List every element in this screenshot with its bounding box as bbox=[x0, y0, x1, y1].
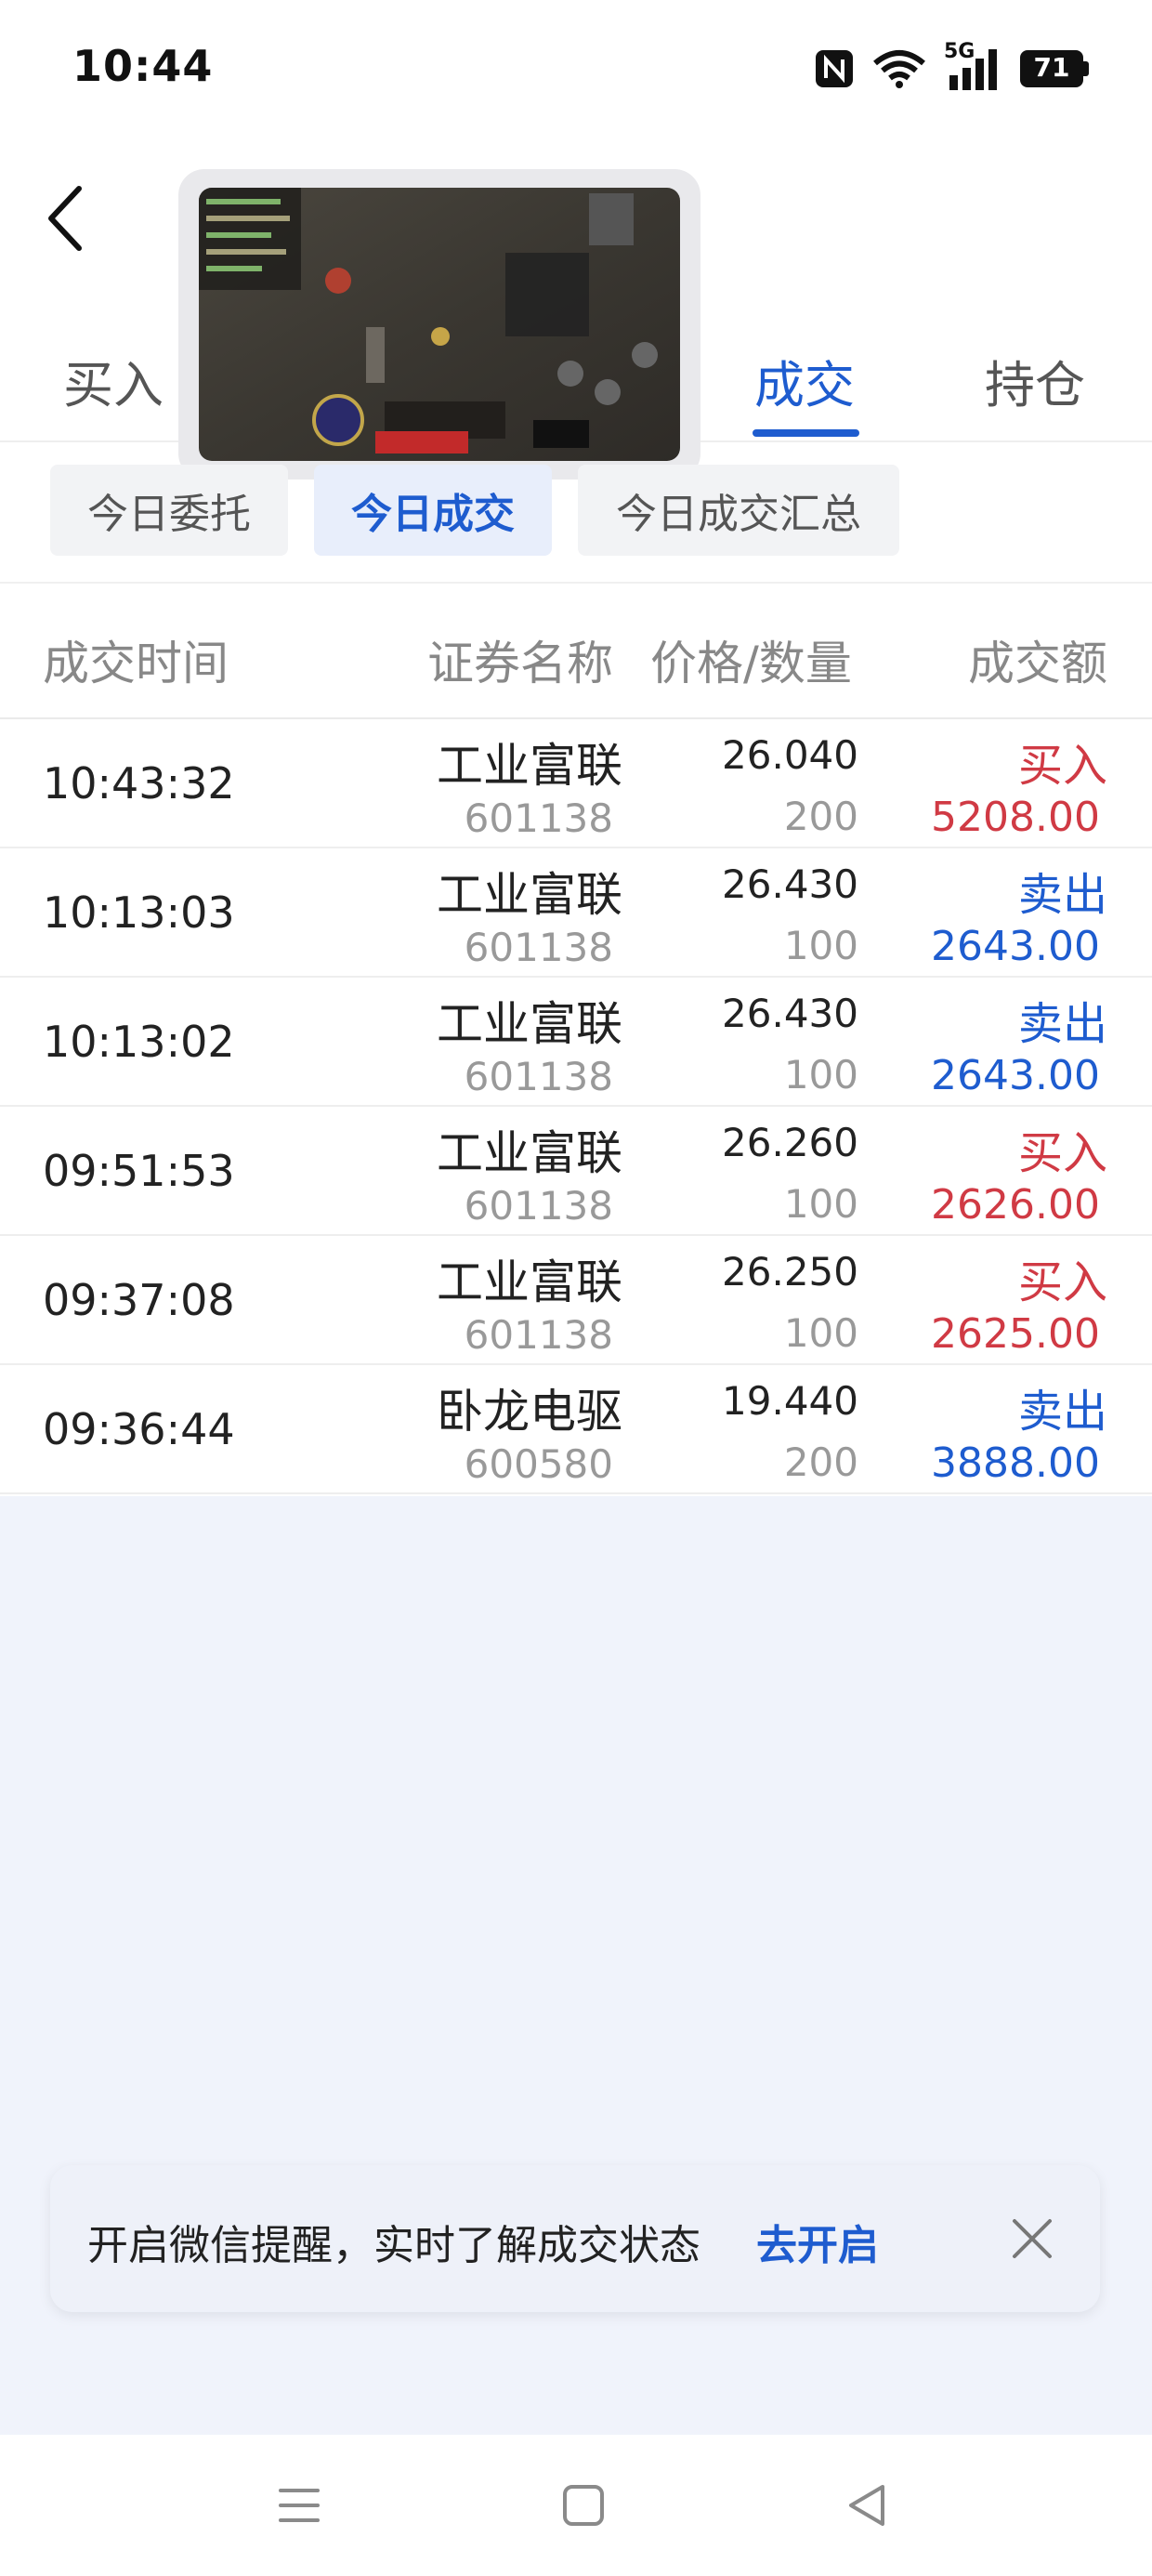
status-bar: 10:44 5G 71 bbox=[0, 0, 1152, 139]
table-row[interactable]: 09:36:44 卧龙电驱 600580 19.440 200 卖出 3888.… bbox=[0, 1365, 1152, 1494]
security-name: 工业富联 bbox=[437, 739, 622, 793]
trade-amount: 5208.00 bbox=[931, 794, 1100, 841]
column-header-amount: 成交额 bbox=[968, 637, 1107, 690]
subtab-today-trades[interactable]: 今日成交 bbox=[314, 465, 552, 556]
trade-quantity: 200 bbox=[783, 1439, 858, 1485]
battery-icon: 71 bbox=[1020, 50, 1091, 87]
table-header: 成交时间 证券名称 价格/数量 成交额 bbox=[0, 582, 1152, 719]
nav-menu-button[interactable] bbox=[271, 2477, 327, 2533]
column-header-name: 证券名称 bbox=[427, 637, 613, 690]
table-row[interactable]: 09:37:08 工业富联 601138 26.250 100 买入 2625.… bbox=[0, 1236, 1152, 1365]
trade-time: 09:37:08 bbox=[43, 1275, 235, 1325]
column-header-price-qty: 价格/数量 bbox=[650, 637, 852, 690]
trade-time: 09:36:44 bbox=[43, 1404, 235, 1454]
trade-quantity: 100 bbox=[783, 923, 858, 968]
trade-price: 26.250 bbox=[722, 1249, 858, 1295]
tab-buy[interactable]: 买入 bbox=[63, 344, 164, 417]
floating-video-window[interactable] bbox=[178, 169, 700, 480]
security-code: 600580 bbox=[464, 1441, 613, 1487]
trade-price: 26.040 bbox=[722, 732, 858, 778]
security-name: 工业富联 bbox=[437, 1126, 622, 1180]
home-square-icon bbox=[563, 2485, 604, 2526]
security-code: 601138 bbox=[464, 1312, 613, 1358]
close-icon bbox=[1013, 2219, 1052, 2258]
battery-level: 71 bbox=[1033, 52, 1070, 83]
trade-time: 10:13:02 bbox=[43, 1017, 235, 1067]
signal-icon: 5G bbox=[944, 40, 1003, 92]
trade-amount: 2626.00 bbox=[931, 1181, 1100, 1229]
chevron-left-icon bbox=[48, 186, 82, 251]
nav-back-button[interactable] bbox=[840, 2477, 896, 2533]
close-banner-button[interactable] bbox=[1007, 2214, 1057, 2264]
trade-side: 卖出 bbox=[1017, 869, 1107, 921]
table-row[interactable]: 09:51:53 工业富联 601138 26.260 100 买入 2626.… bbox=[0, 1107, 1152, 1236]
trade-amount: 2643.00 bbox=[931, 1052, 1100, 1099]
table-row[interactable]: 10:13:02 工业富联 601138 26.430 100 卖出 2643.… bbox=[0, 978, 1152, 1107]
system-navigation-bar bbox=[0, 2435, 1152, 2576]
wifi-icon bbox=[873, 50, 925, 88]
trade-side: 卖出 bbox=[1017, 1386, 1107, 1438]
trade-quantity: 100 bbox=[783, 1310, 858, 1356]
back-triangle-icon bbox=[849, 2485, 884, 2526]
nfc-icon bbox=[816, 50, 853, 87]
trade-time: 10:13:03 bbox=[43, 887, 235, 938]
trade-price: 26.260 bbox=[722, 1120, 858, 1165]
trade-records-screen: 10:44 5G 71 买入 成交 持仓 今日委托 今日成交 今日成交汇总 成交… bbox=[0, 0, 1152, 2576]
security-name: 工业富联 bbox=[437, 1255, 622, 1309]
status-icons: 5G 71 bbox=[814, 40, 1091, 93]
enable-reminder-link[interactable]: 去开启 bbox=[756, 2212, 879, 2271]
trade-amount: 2625.00 bbox=[931, 1310, 1100, 1358]
trade-price: 19.440 bbox=[722, 1378, 858, 1424]
trade-price: 26.430 bbox=[722, 991, 858, 1036]
status-time: 10:44 bbox=[72, 41, 214, 91]
trade-amount: 3888.00 bbox=[931, 1439, 1100, 1487]
trade-side: 买入 bbox=[1017, 740, 1107, 792]
security-code: 601138 bbox=[464, 1183, 613, 1229]
nav-home-button[interactable] bbox=[556, 2477, 611, 2533]
table-row[interactable]: 10:43:32 工业富联 601138 26.040 200 买入 5208.… bbox=[0, 719, 1152, 848]
banner-message: 开启微信提醒，实时了解成交状态 bbox=[87, 2222, 700, 2269]
sub-tabs: 今日委托 今日成交 今日成交汇总 bbox=[0, 444, 1152, 582]
trade-price: 26.430 bbox=[722, 861, 858, 907]
trade-time: 09:51:53 bbox=[43, 1146, 235, 1196]
trade-list: 10:43:32 工业富联 601138 26.040 200 买入 5208.… bbox=[0, 719, 1152, 1494]
game-video-thumbnail bbox=[199, 188, 680, 461]
security-code: 601138 bbox=[464, 795, 613, 841]
trade-side: 买入 bbox=[1017, 1256, 1107, 1308]
trade-quantity: 100 bbox=[783, 1052, 858, 1097]
tab-trades[interactable]: 成交 bbox=[754, 344, 855, 417]
back-button[interactable] bbox=[28, 177, 102, 260]
trade-side: 卖出 bbox=[1017, 998, 1107, 1050]
security-code: 601138 bbox=[464, 925, 613, 970]
security-code: 601138 bbox=[464, 1054, 613, 1099]
table-row[interactable]: 10:13:03 工业富联 601138 26.430 100 卖出 2643.… bbox=[0, 848, 1152, 978]
trade-time: 10:43:32 bbox=[43, 758, 235, 808]
trade-quantity: 100 bbox=[783, 1181, 858, 1227]
trade-amount: 2643.00 bbox=[931, 923, 1100, 970]
security-name: 工业富联 bbox=[437, 868, 622, 922]
security-name: 工业富联 bbox=[437, 997, 622, 1051]
subtab-today-summary[interactable]: 今日成交汇总 bbox=[578, 465, 899, 556]
active-tab-indicator bbox=[753, 429, 859, 437]
security-name: 卧龙电驱 bbox=[437, 1385, 622, 1439]
menu-icon bbox=[279, 2489, 320, 2522]
trade-quantity: 200 bbox=[783, 794, 858, 839]
subtab-today-orders[interactable]: 今日委托 bbox=[50, 465, 288, 556]
wechat-reminder-banner: 开启微信提醒，实时了解成交状态 去开启 bbox=[50, 2165, 1100, 2312]
tab-positions[interactable]: 持仓 bbox=[985, 344, 1085, 417]
trade-side: 买入 bbox=[1017, 1127, 1107, 1179]
column-header-time: 成交时间 bbox=[43, 637, 229, 690]
